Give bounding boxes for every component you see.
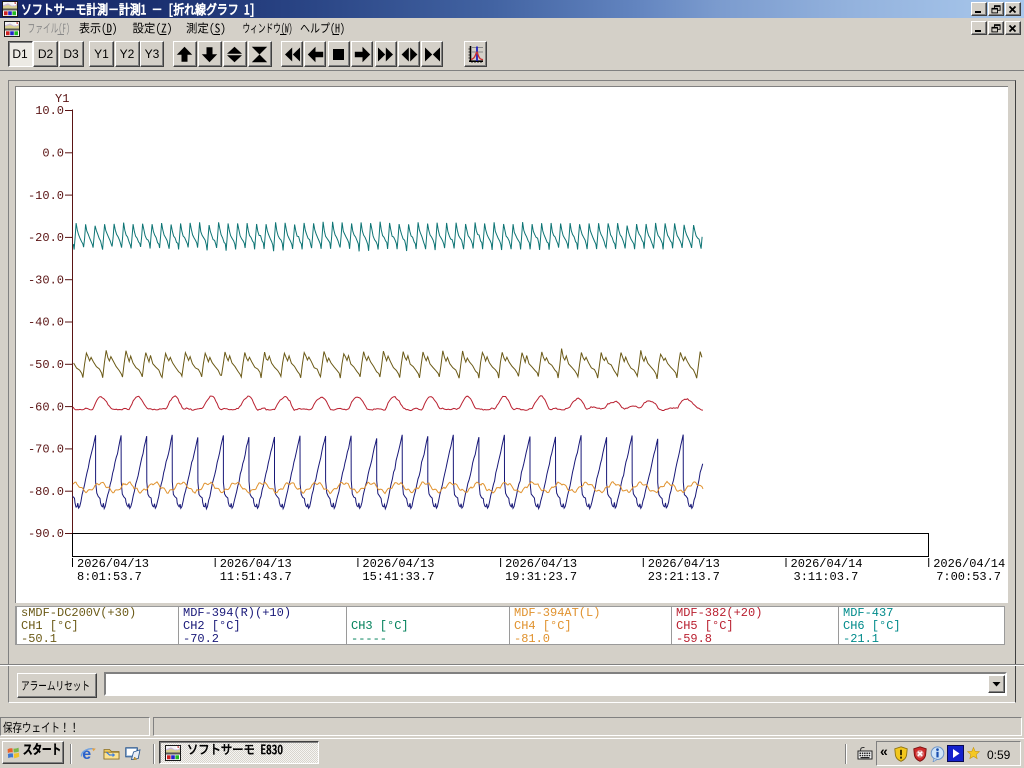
svg-text:-40.0: -40.0	[28, 316, 64, 330]
svg-text:2026/04/13: 2026/04/13	[220, 557, 292, 571]
svg-text:-90.0: -90.0	[28, 527, 64, 541]
svg-text:-70.0: -70.0	[28, 443, 64, 457]
svg-text:2026/04/13: 2026/04/13	[362, 557, 434, 571]
svg-text:-20.0: -20.0	[28, 231, 64, 245]
svg-text:-50.0: -50.0	[28, 358, 64, 372]
svg-text:3:11:03.7: 3:11:03.7	[794, 570, 859, 584]
svg-text:2026/04/14: 2026/04/14	[933, 557, 1005, 571]
svg-text:10.0: 10.0	[35, 104, 64, 118]
svg-text:-30.0: -30.0	[28, 273, 64, 287]
svg-text:8:01:53.7: 8:01:53.7	[77, 570, 142, 584]
svg-text:-10.0: -10.0	[28, 189, 64, 203]
svg-text:Y1: Y1	[55, 92, 69, 106]
svg-text:2026/04/13: 2026/04/13	[77, 557, 149, 571]
svg-text:11:51:43.7: 11:51:43.7	[220, 570, 292, 584]
svg-text:-80.0: -80.0	[28, 485, 64, 499]
svg-text:2026/04/14: 2026/04/14	[791, 557, 863, 571]
svg-text:0.0: 0.0	[42, 147, 64, 161]
svg-text:-60.0: -60.0	[28, 400, 64, 414]
svg-text:19:31:23.7: 19:31:23.7	[505, 570, 577, 584]
svg-text:15:41:33.7: 15:41:33.7	[362, 570, 434, 584]
svg-text:23:21:13.7: 23:21:13.7	[648, 570, 720, 584]
svg-text:2026/04/13: 2026/04/13	[505, 557, 577, 571]
svg-text:2026/04/13: 2026/04/13	[648, 557, 720, 571]
svg-text:7:00:53.7: 7:00:53.7	[936, 570, 1001, 584]
